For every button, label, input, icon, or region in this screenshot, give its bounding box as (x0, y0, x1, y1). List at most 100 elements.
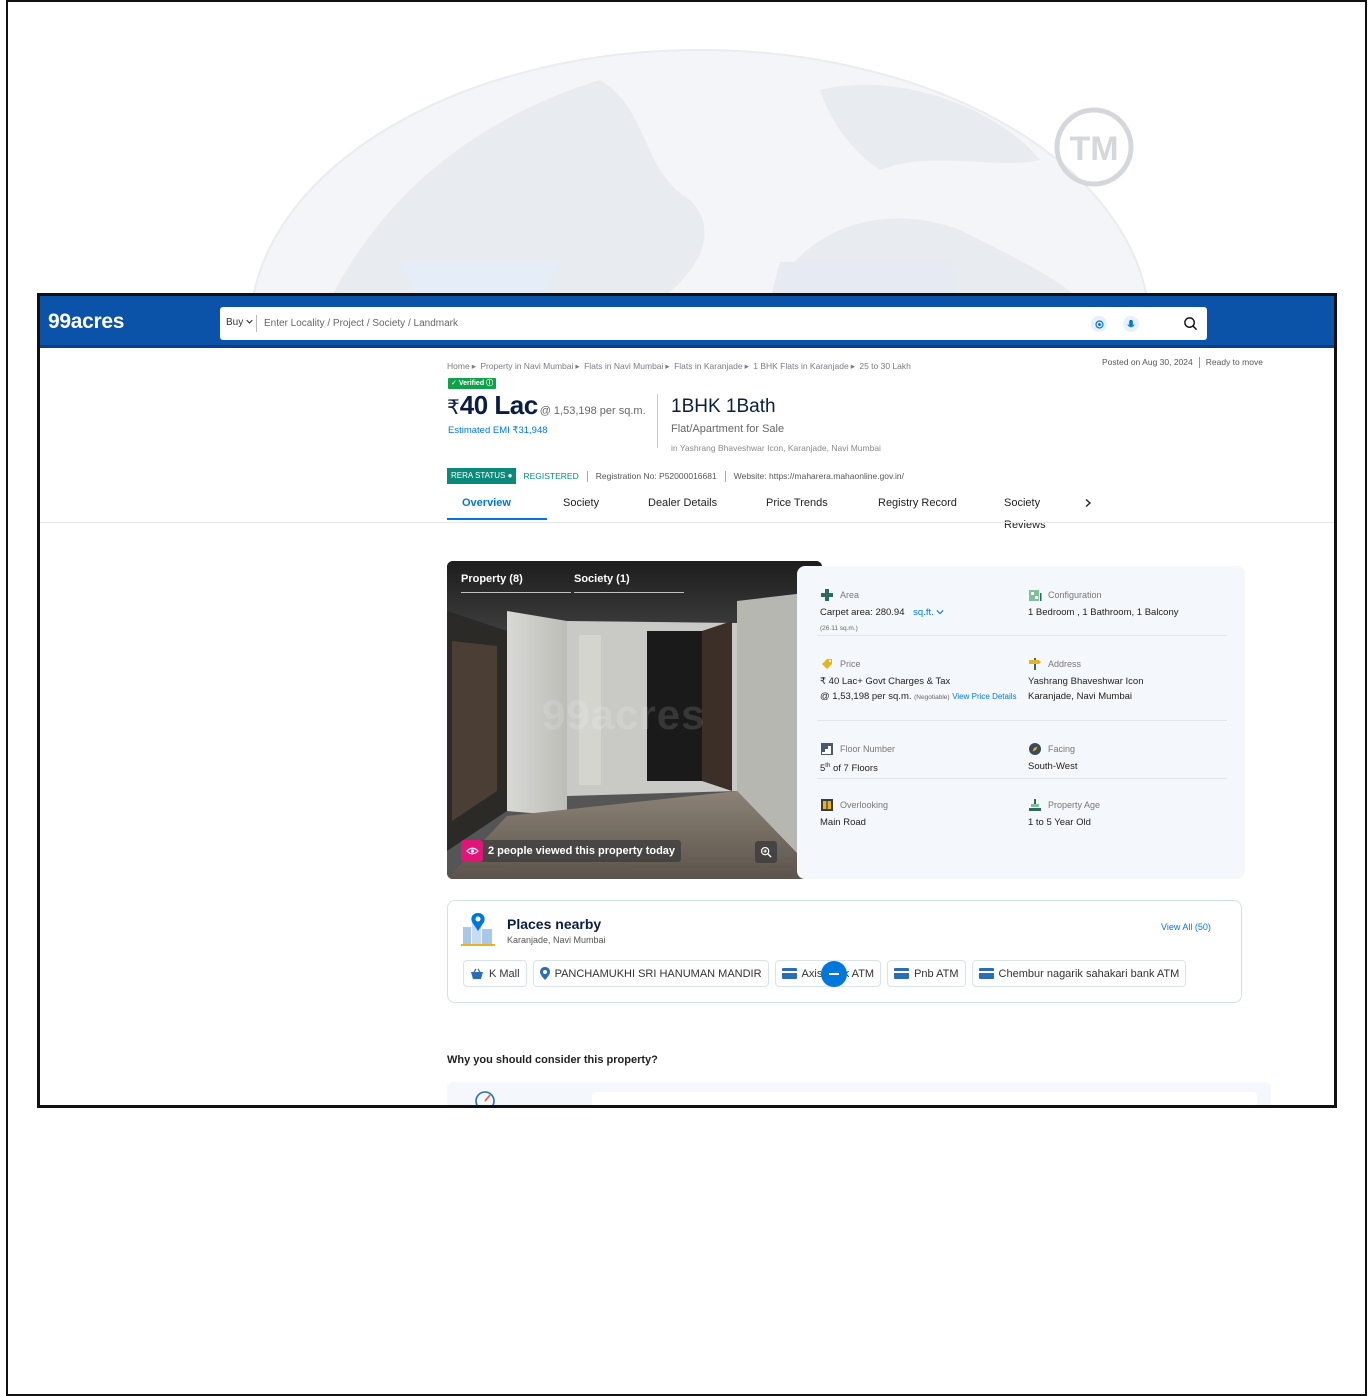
place-chip[interactable]: PANCHAMUKHI SRI HANUMAN MANDIR (532, 960, 769, 987)
property-location: in Yashrang Bhaveshwar Icon, Karanjade, … (671, 443, 881, 453)
total-floors: of 7 Floors (832, 763, 878, 775)
search-input[interactable] (264, 313, 1064, 334)
detail-facing: Facing South-West (1028, 742, 1228, 774)
unit-dropdown[interactable]: sq.ft. (913, 607, 944, 618)
place-chip[interactable]: Chembur nagarik sahakari bank ATM (971, 960, 1187, 987)
detail-floor-number: Floor Number 5th of 7 Floors (820, 742, 896, 775)
posted-date: Posted on Aug 30, 2024 (1102, 357, 1193, 367)
signpost-icon (1028, 657, 1042, 671)
chevron-down-icon (246, 319, 253, 324)
info-icon: ● (507, 471, 513, 480)
why-consider-content (592, 1092, 1257, 1105)
breadcrumb-item[interactable]: 25 to 30 Lakh (859, 361, 911, 371)
property-age-value: 1 to 5 Year Old (1028, 817, 1091, 828)
carpet-area-sqm: (26.11 sq.m.) (820, 625, 858, 632)
chevron-right-icon[interactable] (1083, 492, 1103, 524)
compass-icon (1028, 742, 1042, 756)
rera-registered: REGISTERED (523, 471, 579, 481)
gallery-tab-property[interactable]: Property (8) (461, 573, 571, 593)
breadcrumb-item[interactable]: Flats in Navi Mumbai (584, 361, 663, 371)
detail-area: Area Carpet area: 280.94 sq.ft. (26.11 s… (820, 588, 1020, 636)
site-logo[interactable]: 99acres (48, 310, 124, 334)
tab-overview[interactable]: Overview (447, 492, 547, 524)
rera-status-badge[interactable]: RERA STATUS ● (447, 468, 517, 484)
estimated-emi-link[interactable]: Estimated EMI ₹31,948 (448, 425, 548, 436)
place-chip[interactable]: K Mall (463, 960, 527, 987)
price-per-sqm: @ 1,53,198 per sq.m. (539, 405, 646, 417)
gallery-tab-society[interactable]: Society (1) (574, 573, 684, 593)
tab-dealer-details[interactable]: Dealer Details (633, 492, 752, 524)
possession-status: Ready to move (1205, 357, 1263, 367)
detail-configuration: Configuration 1 Bedroom , 1 Bathroom, 1 … (1028, 588, 1238, 620)
negotiable-label: (Negotiable) (914, 694, 950, 701)
gallery-tabs: Property (8) Society (1) (461, 573, 687, 593)
views-today-text: 2 people viewed this property today (488, 845, 676, 857)
rera-row: RERA STATUS ● REGISTERED Registration No… (447, 468, 904, 484)
breadcrumb-item[interactable]: Flats in Karanjade (674, 361, 743, 371)
property-subtitle: Flat/Apartment for Sale (671, 423, 785, 435)
shopping-basket-icon (470, 968, 484, 980)
microphone-icon[interactable] (1123, 316, 1139, 332)
atm-card-icon (978, 968, 994, 979)
detail-property-age: Property Age 1 to 5 Year Old (1028, 798, 1228, 830)
property-details-card: Area Carpet area: 280.94 sq.ft. (26.11 s… (797, 566, 1245, 879)
search-bar: Buy (220, 307, 1207, 340)
place-chip[interactable]: Pnb ATM (887, 960, 966, 987)
verified-badge: ✓ Verified ⓘ (448, 378, 497, 389)
area-icon (820, 588, 834, 602)
header-divider (657, 394, 658, 448)
places-nearby-title: Places nearby (507, 916, 602, 932)
screenshot-frame: 99acres Buy Home▸ Property in Navi Mumba… (37, 293, 1337, 1108)
price-tag-icon (820, 657, 834, 671)
breadcrumb-item[interactable]: Property in Navi Mumbai (480, 361, 573, 371)
configuration-value: 1 Bedroom , 1 Bathroom, 1 Balcony (1028, 607, 1179, 618)
gallery-watermark: 99acres (542, 691, 706, 738)
tab-society[interactable]: Society (547, 492, 633, 524)
rera-website[interactable]: Website: https://maharera.mahaonline.gov… (734, 471, 904, 481)
window-icon (820, 798, 834, 812)
floor-stairs-icon (820, 742, 834, 756)
facing-value: South-West (1028, 761, 1078, 772)
why-consider-card (447, 1082, 1271, 1105)
configuration-icon (1028, 588, 1042, 602)
breadcrumb-item[interactable]: 1 BHK Flats in Karanjade (753, 361, 848, 371)
eye-icon (461, 840, 483, 862)
tab-registry-record[interactable]: Registry Record (863, 492, 989, 524)
posted-info: Posted on Aug 30, 2024 Ready to move (1102, 357, 1263, 369)
chips-scroll-next-icon[interactable] (821, 961, 847, 987)
views-today-badge: 2 people viewed this property today (461, 840, 682, 862)
buy-dropdown[interactable]: Buy (226, 317, 253, 328)
locate-icon[interactable] (1091, 316, 1107, 332)
overlooking-value: Main Road (820, 817, 866, 828)
price-govt-charges: ₹ 40 Lac+ Govt Charges & Tax (820, 676, 951, 687)
price-block: ₹40 Lac @ 1,53,198 per sq.m. (447, 390, 646, 421)
section-tabs: Overview Society Dealer Details Price Tr… (447, 492, 1103, 531)
tab-society-reviews[interactable]: Society Reviews (989, 492, 1083, 531)
view-all-places-link[interactable]: View All (50) (1161, 922, 1211, 932)
detail-overlooking: Overlooking Main Road (820, 798, 1020, 830)
construction-icon (1028, 798, 1042, 812)
property-title: 1BHK 1Bath (671, 396, 776, 417)
photo-gallery[interactable]: 99acres Property (8) Society (1) 2 peopl… (447, 561, 822, 879)
rupee-symbol: ₹ (447, 397, 460, 419)
breadcrumb: Home ▸ Property in Navi Mumbai ▸ Flats in … (447, 361, 911, 371)
search-icon[interactable] (1180, 313, 1200, 333)
breadcrumb-item[interactable]: Home (447, 361, 470, 371)
carpet-area-value: Carpet area: 280.94 (820, 607, 905, 618)
why-consider-title: Why you should consider this property? (447, 1054, 658, 1066)
rera-registration-no: Registration No: P52000016681 (595, 471, 717, 481)
view-price-details-link[interactable]: View Price Details (952, 692, 1016, 701)
atm-card-icon (894, 968, 910, 979)
atm-card-icon (781, 968, 797, 979)
location-pin-icon (539, 967, 550, 980)
detail-address: Address Yashrang Bhaveshwar Icon Karanjad… (1028, 657, 1144, 702)
map-pin-city-icon (461, 913, 495, 946)
info-icon: ⓘ (486, 380, 494, 387)
top-navbar: 99acres Buy (40, 296, 1334, 348)
zoom-icon[interactable] (755, 841, 777, 863)
places-nearby-subtitle: Karanjade, Navi Mumbai (507, 935, 606, 945)
detail-price: Price ₹ 40 Lac+ Govt Charges & Tax @ 1,53… (820, 657, 1017, 702)
tab-price-trends[interactable]: Price Trends (752, 492, 863, 524)
search-separator (256, 315, 257, 332)
address-line-1: Yashrang Bhaveshwar Icon (1028, 676, 1144, 687)
